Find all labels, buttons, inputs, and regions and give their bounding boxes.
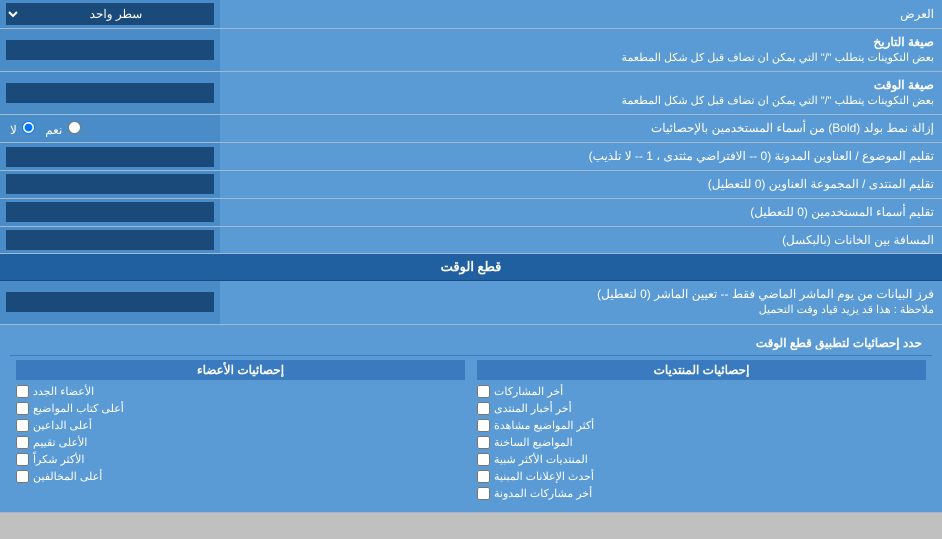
time-format-input[interactable]: H:i	[6, 83, 214, 103]
display-row: العرض سطر واحد سطرين	[0, 0, 942, 29]
bold-row: إزالة نمط بولد (Bold) من أسماء المستخدمي…	[0, 115, 942, 143]
bold-label: إزالة نمط بولد (Bold) من أسماء المستخدمي…	[220, 115, 942, 142]
posts-stats-col: إحصائيات المنتديات أخر المشاركات أخر أخب…	[471, 356, 932, 506]
checkbox-top-rated: الأعلى تقييم	[16, 434, 465, 451]
members-stats-col: إحصائيات الأعضاء الأعضاء الجدد أعلى كتاب…	[10, 356, 471, 506]
checkbox-last-posts: أخر المشاركات	[477, 383, 926, 400]
checkbox-top-posters-input[interactable]	[16, 402, 29, 415]
date-format-input-cell: d-m	[0, 29, 220, 71]
display-select[interactable]: سطر واحد سطرين	[6, 3, 214, 25]
trim-posts-row: تقليم الموضوع / العناوين المدونة (0 -- ا…	[0, 143, 942, 171]
checkbox-last-posts-input[interactable]	[477, 385, 490, 398]
trim-users-label: تقليم أسماء المستخدمين (0 للتعطيل)	[220, 199, 942, 226]
date-format-row: صيغة التاريخ بعض التكوينات يتطلب "/" الت…	[0, 29, 942, 72]
checkbox-top-rated-input[interactable]	[16, 436, 29, 449]
snapshot-input[interactable]: 0	[6, 292, 214, 312]
checkbox-forum-news-input[interactable]	[477, 402, 490, 415]
bold-radio-group: نعم لا	[6, 119, 214, 139]
trim-forum-row: تقليم المنتدى / المجموعة العناوين (0 للت…	[0, 171, 942, 199]
trim-forum-input-cell: 33	[0, 171, 220, 198]
checkbox-most-viewed: أكثر المواضيع مشاهدة	[477, 417, 926, 434]
checkbox-hot-topics-input[interactable]	[477, 436, 490, 449]
snapshot-section-header: قطع الوقت	[0, 254, 942, 281]
main-container: العرض سطر واحد سطرين صيغة التاريخ بعض ال…	[0, 0, 942, 513]
cutoff-header-label: حدد إحصائيات لتطبيق قطع الوقت	[10, 331, 932, 355]
trim-posts-input-cell: 33	[0, 143, 220, 170]
checkbox-top-posters: أعلى كتاب المواضيع	[16, 400, 465, 417]
checkbox-blog-posts: أخر مشاركات المدونة	[477, 485, 926, 502]
checkbox-new-members-input[interactable]	[16, 385, 29, 398]
trim-users-input-cell: 0	[0, 199, 220, 226]
snapshot-row: فرز البيانات من يوم الماشر الماضي فقط --…	[0, 281, 942, 324]
cutoff-section: حدد إحصائيات لتطبيق قطع الوقت إحصائيات ا…	[0, 325, 942, 513]
distance-input-cell: 2	[0, 227, 220, 254]
trim-forum-input[interactable]: 33	[6, 174, 214, 194]
members-stats-header: إحصائيات الأعضاء	[16, 360, 465, 380]
checkbox-latest-ads-input[interactable]	[477, 470, 490, 483]
trim-posts-input[interactable]: 33	[6, 147, 214, 167]
distance-row: المسافة بين الخانات (بالبكسل) 2	[0, 227, 942, 255]
bold-no-label: لا	[10, 121, 37, 137]
distance-input[interactable]: 2	[6, 230, 214, 250]
bold-no-radio[interactable]	[22, 121, 35, 134]
checkbox-top-violators: أعلى المخالفين	[16, 468, 465, 485]
checkbox-similar-forums-input[interactable]	[477, 453, 490, 466]
checkbox-top-inviters-input[interactable]	[16, 419, 29, 432]
checkbox-hot-topics: المواضيع الساخنة	[477, 434, 926, 451]
checkbox-top-violators-input[interactable]	[16, 470, 29, 483]
date-format-label: صيغة التاريخ بعض التكوينات يتطلب "/" الت…	[220, 29, 942, 71]
trim-posts-label: تقليم الموضوع / العناوين المدونة (0 -- ا…	[220, 143, 942, 170]
checkbox-similar-forums: المنتديات الأكثر شبية	[477, 451, 926, 468]
checkbox-forum-news: أخر أخبار المنتدى	[477, 400, 926, 417]
time-format-input-cell: H:i	[0, 72, 220, 114]
checkbox-blog-posts-input[interactable]	[477, 487, 490, 500]
checkbox-most-viewed-input[interactable]	[477, 419, 490, 432]
bold-yes-radio[interactable]	[68, 121, 81, 134]
time-format-row: صيغة الوقت بعض التكوينات يتطلب "/" التي …	[0, 72, 942, 115]
checkboxes-grid: إحصائيات المنتديات أخر المشاركات أخر أخب…	[10, 356, 932, 506]
bold-input-cell: نعم لا	[0, 115, 220, 142]
checkbox-most-thankful: الأكثر شكراً	[16, 451, 465, 468]
checkbox-most-thankful-input[interactable]	[16, 453, 29, 466]
checkbox-new-members: الأعضاء الجدد	[16, 383, 465, 400]
display-label: العرض	[220, 0, 942, 28]
checkbox-latest-ads: أحدث الإعلانات المبنية	[477, 468, 926, 485]
date-format-input[interactable]: d-m	[6, 40, 214, 60]
snapshot-input-cell: 0	[0, 281, 220, 323]
posts-stats-header: إحصائيات المنتديات	[477, 360, 926, 380]
bold-yes-label: نعم	[45, 121, 82, 137]
checkbox-top-inviters: أعلى الداعين	[16, 417, 465, 434]
display-input-cell: سطر واحد سطرين	[0, 0, 220, 28]
snapshot-label: فرز البيانات من يوم الماشر الماضي فقط --…	[220, 281, 942, 323]
trim-forum-label: تقليم المنتدى / المجموعة العناوين (0 للت…	[220, 171, 942, 198]
distance-label: المسافة بين الخانات (بالبكسل)	[220, 227, 942, 254]
time-format-label: صيغة الوقت بعض التكوينات يتطلب "/" التي …	[220, 72, 942, 114]
trim-users-input[interactable]: 0	[6, 202, 214, 222]
trim-users-row: تقليم أسماء المستخدمين (0 للتعطيل) 0	[0, 199, 942, 227]
